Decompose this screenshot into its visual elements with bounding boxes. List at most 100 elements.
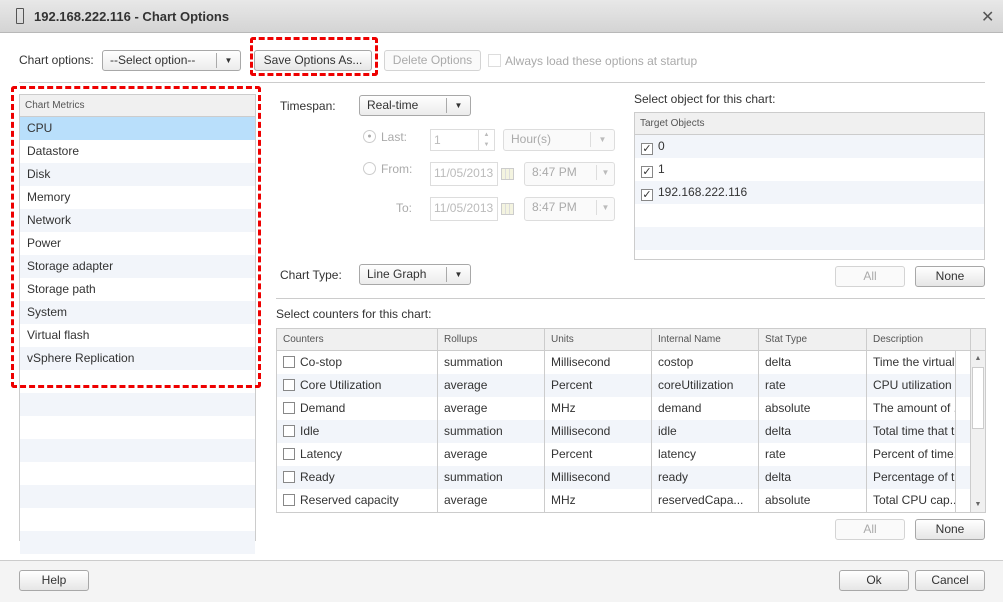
last-value-stepper[interactable]: 1 ▲ ▼ — [430, 129, 495, 151]
table-cell: Total CPU cap... — [867, 489, 956, 512]
column-header[interactable]: Rollups — [438, 329, 545, 350]
table-cell: Time the virtual... — [867, 351, 956, 374]
host-icon — [16, 8, 24, 24]
last-unit-select[interactable]: Hour(s) ▼ — [503, 129, 615, 151]
from-radio[interactable] — [363, 162, 376, 175]
counters-all-button[interactable]: All — [835, 519, 905, 540]
chevron-down-icon: ▼ — [446, 98, 470, 113]
checkbox[interactable] — [283, 356, 295, 368]
table-row[interactable]: Co-stop summation Millisecond costop delta Ti… — [277, 351, 985, 374]
table-cell: idle — [652, 420, 759, 443]
objects-all-button[interactable]: All — [835, 266, 905, 287]
target-object-item[interactable]: ✓ 1 — [635, 158, 984, 181]
table-cell: latency — [652, 443, 759, 466]
column-header[interactable]: Counters — [277, 329, 438, 350]
table-row[interactable]: Reserved capacity average MHz reservedCapa.… — [277, 489, 985, 512]
chart-type-value: Line Graph — [367, 267, 427, 281]
checkbox[interactable] — [283, 471, 295, 483]
chart-type-label: Chart Type: — [280, 268, 342, 282]
table-cell: Idle — [277, 420, 438, 443]
timespan-select[interactable]: Real-time ▼ — [359, 95, 471, 116]
counter-name: Co-stop — [300, 355, 343, 369]
checkbox[interactable] — [283, 379, 295, 391]
empty-row — [20, 393, 255, 416]
calendar-icon[interactable] — [501, 168, 514, 180]
column-header[interactable]: Units — [545, 329, 652, 350]
table-cell: MHz — [545, 397, 652, 420]
table-cell: absolute — [759, 489, 867, 512]
table-cell: average — [438, 397, 545, 420]
close-icon[interactable]: ✕ — [981, 7, 994, 27]
checkbox[interactable] — [283, 402, 295, 414]
object-name: 0 — [658, 139, 665, 153]
counter-name: Reserved capacity — [300, 493, 399, 507]
table-cell: absolute — [759, 397, 867, 420]
table-cell: ready — [652, 466, 759, 489]
chart-type-select[interactable]: Line Graph ▼ — [359, 264, 471, 285]
counter-name: Core Utilization — [300, 378, 382, 392]
checkbox[interactable]: ✓ — [641, 166, 653, 178]
from-label: From: — [381, 162, 413, 176]
from-date-input[interactable]: 11/05/2013 — [430, 162, 498, 186]
table-row[interactable]: Idle summation Millisecond idle delta Total t… — [277, 420, 985, 443]
table-row[interactable]: Core Utilization average Percent coreUtiliz… — [277, 374, 985, 397]
table-cell: Latency — [277, 443, 438, 466]
checkbox[interactable] — [283, 494, 295, 506]
empty-row — [20, 462, 255, 485]
scroll-up-icon[interactable]: ▲ — [971, 351, 985, 366]
empty-row — [20, 416, 255, 439]
table-cell: delta — [759, 420, 867, 443]
table-cell: Percentage of t... — [867, 466, 956, 489]
checkbox[interactable]: ✓ — [641, 143, 653, 155]
last-unit-value: Hour(s) — [511, 132, 552, 146]
target-object-item[interactable]: ✓ 192.168.222.116 — [635, 181, 984, 204]
help-button[interactable]: Help — [19, 570, 89, 591]
table-cell: average — [438, 443, 545, 466]
ok-button[interactable]: Ok — [839, 570, 909, 591]
from-time-select[interactable]: 8:47 PM ▼ — [524, 162, 615, 186]
column-header[interactable]: Stat Type — [759, 329, 867, 350]
always-load-checkbox[interactable] — [488, 54, 501, 67]
delete-options-button[interactable]: Delete Options — [384, 50, 481, 71]
calendar-icon[interactable] — [501, 203, 514, 215]
table-cell: Percent — [545, 443, 652, 466]
to-date-input[interactable]: 11/05/2013 — [430, 197, 498, 221]
last-label: Last: — [381, 130, 408, 144]
object-name: 1 — [658, 162, 665, 176]
target-object-item[interactable]: ✓ 0 — [635, 135, 984, 158]
table-row[interactable]: Latency average Percent latency rate Percent … — [277, 443, 985, 466]
table-cell: average — [438, 489, 545, 512]
counters-table: Counters Rollups Units Internal Name Stat Ty… — [276, 328, 986, 513]
checkbox[interactable]: ✓ — [641, 189, 653, 201]
table-cell: The amount of ... — [867, 397, 956, 420]
target-objects-header: Target Objects — [635, 113, 984, 135]
checkbox[interactable] — [283, 425, 295, 437]
to-label: To: — [396, 201, 413, 215]
cancel-button[interactable]: Cancel — [915, 570, 985, 591]
column-header[interactable]: Internal Name — [652, 329, 759, 350]
counters-none-button[interactable]: None — [915, 519, 985, 540]
scroll-down-icon[interactable]: ▼ — [971, 497, 985, 512]
scrollbar[interactable]: ▲ ▼ — [970, 351, 985, 512]
scrollbar-thumb[interactable] — [972, 367, 984, 429]
stepper-arrows-icon[interactable]: ▲ ▼ — [478, 130, 494, 150]
chevron-down-icon: ▼ — [590, 132, 614, 147]
column-header[interactable]: Description — [867, 329, 971, 350]
objects-none-button[interactable]: None — [915, 266, 985, 287]
chart-options-label: Chart options: — [19, 53, 94, 67]
title-bar: 192.168.222.116 - Chart Options ✕ — [0, 0, 1003, 33]
table-cell: Co-stop — [277, 351, 438, 374]
table-cell: summation — [438, 351, 545, 374]
last-radio[interactable]: ● — [363, 130, 376, 143]
table-row[interactable]: Demand average MHz demand absolute The amount… — [277, 397, 985, 420]
table-cell: Demand — [277, 397, 438, 420]
chart-options-select[interactable]: --Select option-- ▼ — [102, 50, 241, 71]
select-counters-label: Select counters for this chart: — [276, 307, 432, 321]
select-object-label: Select object for this chart: — [634, 92, 776, 106]
to-time-value: 8:47 PM — [532, 200, 577, 214]
table-row[interactable]: Ready summation Millisecond ready delta Perce… — [277, 466, 985, 489]
checkbox[interactable] — [283, 448, 295, 460]
to-time-select[interactable]: 8:47 PM ▼ — [524, 197, 615, 221]
chevron-down-icon: ▼ — [596, 165, 614, 180]
select-value: --Select option-- — [110, 53, 196, 67]
